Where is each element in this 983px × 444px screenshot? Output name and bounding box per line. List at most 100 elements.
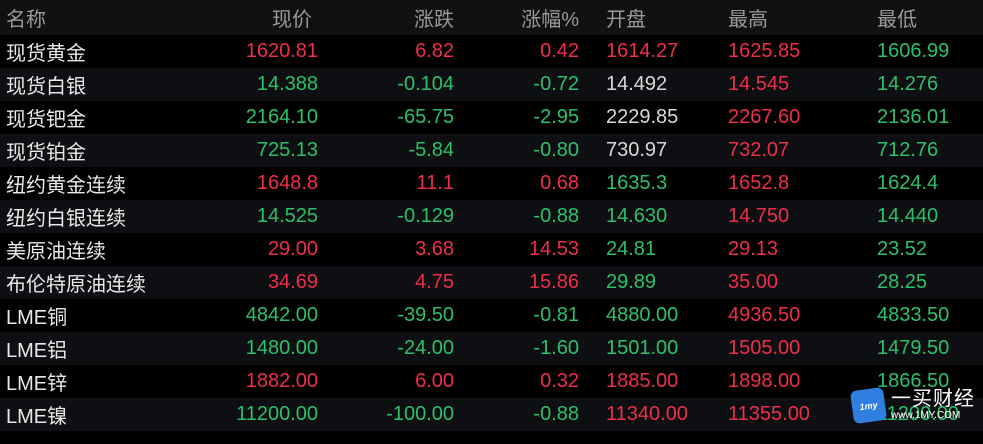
table-row[interactable]: 纽约白银连续 14.525 -0.129 -0.88 14.630 14.750 14.44… bbox=[0, 200, 983, 233]
cell-pct: -0.88 bbox=[533, 205, 579, 227]
cell-pct: -0.81 bbox=[533, 304, 579, 326]
cell-high: 1898.00 bbox=[728, 370, 801, 392]
cell-open: 14.630 bbox=[606, 205, 668, 227]
brand-logo-icon: 1my bbox=[849, 386, 888, 424]
cell-name: 美原油连续 bbox=[6, 241, 106, 263]
cell-change: 6.00 bbox=[415, 370, 454, 392]
cell-low: 28.25 bbox=[877, 271, 928, 293]
cell-name: LME镍 bbox=[6, 406, 68, 428]
cell-name: LME铝 bbox=[6, 340, 68, 362]
cell-pct: -0.80 bbox=[533, 139, 579, 161]
cell-pct: -1.60 bbox=[533, 337, 579, 359]
table-header: 名称 现价 涨跌 涨幅% 开盘 最高 最低 bbox=[0, 0, 983, 35]
cell-open: 1501.00 bbox=[606, 337, 679, 359]
table-row[interactable]: LME镍 11200.00 -100.00 -0.88 11340.00 11355.00… bbox=[0, 398, 983, 431]
cell-pct: -0.88 bbox=[533, 403, 579, 425]
cell-change: -0.104 bbox=[397, 73, 454, 95]
cell-pct: -2.95 bbox=[533, 106, 579, 128]
cell-high: 14.750 bbox=[728, 205, 790, 227]
cell-high: 4936.50 bbox=[728, 304, 801, 326]
table-body: 现货黄金 1620.81 6.82 0.42 1614.27 1625.85 1606.99… bbox=[0, 35, 983, 431]
cell-high: 1505.00 bbox=[728, 337, 801, 359]
cell-price: 1480.00 bbox=[245, 337, 318, 359]
cell-pct: 14.53 bbox=[528, 238, 579, 260]
cell-open: 730.97 bbox=[606, 139, 668, 161]
cell-open: 29.89 bbox=[606, 271, 657, 293]
table-row[interactable]: 现货铂金 725.13 -5.84 -0.80 730.97 732.07 712.76 bbox=[0, 134, 983, 167]
cell-name: LME铜 bbox=[6, 307, 68, 329]
table-row[interactable]: 布伦特原油连续 34.69 4.75 15.86 29.89 35.00 28.25 bbox=[0, 266, 983, 299]
cell-name: 布伦特原油连续 bbox=[6, 274, 146, 296]
cell-high: 1652.8 bbox=[728, 172, 790, 194]
watermark-url: www.1MY.COM bbox=[891, 410, 961, 421]
cell-price: 14.388 bbox=[256, 73, 318, 95]
cell-open: 1614.27 bbox=[606, 40, 679, 62]
table-row[interactable]: LME铜 4842.00 -39.50 -0.81 4880.00 4936.50 4833… bbox=[0, 299, 983, 332]
cell-open: 1885.00 bbox=[606, 370, 679, 392]
cell-name: 现货黄金 bbox=[6, 43, 86, 65]
cell-pct: 0.32 bbox=[540, 370, 579, 392]
table-row[interactable]: LME锌 1882.00 6.00 0.32 1885.00 1898.00 1866.50 bbox=[0, 365, 983, 398]
cell-open: 4880.00 bbox=[606, 304, 679, 326]
cell-open: 2229.85 bbox=[606, 106, 679, 128]
cell-price: 1620.81 bbox=[245, 40, 318, 62]
cell-name: 现货钯金 bbox=[6, 109, 86, 131]
cell-low: 4833.50 bbox=[877, 304, 950, 326]
col-header-low[interactable]: 最低 bbox=[867, 3, 983, 32]
cell-low: 14.440 bbox=[877, 205, 939, 227]
cell-name: LME锌 bbox=[6, 373, 68, 395]
cell-low: 2136.01 bbox=[877, 106, 950, 128]
cell-high: 11355.00 bbox=[728, 403, 810, 425]
col-header-open[interactable]: 开盘 bbox=[579, 3, 719, 32]
col-header-high[interactable]: 最高 bbox=[719, 3, 867, 32]
watermark-text: 一买财经 www.1MY.COM bbox=[891, 388, 975, 422]
cell-name: 纽约白银连续 bbox=[6, 208, 126, 230]
col-header-name[interactable]: 名称 bbox=[0, 3, 168, 32]
cell-change: -39.50 bbox=[397, 304, 454, 326]
col-header-pct[interactable]: 涨幅% bbox=[456, 3, 579, 32]
table-row[interactable]: 现货黄金 1620.81 6.82 0.42 1614.27 1625.85 1606.99 bbox=[0, 35, 983, 68]
col-header-change[interactable]: 涨跌 bbox=[328, 3, 456, 32]
watermark-title: 一买财经 bbox=[891, 388, 975, 410]
cell-change: 11.1 bbox=[416, 172, 454, 194]
cell-open: 11340.00 bbox=[606, 403, 688, 425]
cell-change: -5.84 bbox=[408, 139, 454, 161]
cell-price: 14.525 bbox=[256, 205, 318, 227]
cell-change: 4.75 bbox=[415, 271, 454, 293]
cell-price: 1648.8 bbox=[256, 172, 318, 194]
cell-low: 1606.99 bbox=[877, 40, 950, 62]
table-row[interactable]: 纽约黄金连续 1648.8 11.1 0.68 1635.3 1652.8 1624.4 bbox=[0, 167, 983, 200]
cell-open: 24.81 bbox=[606, 238, 657, 260]
table-row[interactable]: 现货钯金 2164.10 -65.75 -2.95 2229.85 2267.60 2136… bbox=[0, 101, 983, 134]
cell-high: 1625.85 bbox=[728, 40, 801, 62]
cell-price: 11200.00 bbox=[236, 403, 318, 425]
cell-price: 4842.00 bbox=[245, 304, 318, 326]
table-row[interactable]: LME铝 1480.00 -24.00 -1.60 1501.00 1505.00 1479… bbox=[0, 332, 983, 365]
cell-name: 纽约黄金连续 bbox=[6, 175, 126, 197]
cell-change: -24.00 bbox=[397, 337, 454, 359]
table-row[interactable]: 现货白银 14.388 -0.104 -0.72 14.492 14.545 14.276 bbox=[0, 68, 983, 101]
watermark: 1my 一买财经 www.1MY.COM bbox=[849, 383, 983, 427]
cell-low: 712.76 bbox=[877, 139, 939, 161]
cell-pct: 0.68 bbox=[540, 172, 579, 194]
cell-high: 29.13 bbox=[728, 238, 779, 260]
cell-price: 2164.10 bbox=[245, 106, 318, 128]
cell-pct: 15.86 bbox=[528, 271, 579, 293]
cell-high: 732.07 bbox=[728, 139, 790, 161]
cell-high: 35.00 bbox=[728, 271, 779, 293]
cell-change: -0.129 bbox=[397, 205, 454, 227]
cell-high: 2267.60 bbox=[728, 106, 801, 128]
table-row[interactable]: 美原油连续 29.00 3.68 14.53 24.81 29.13 23.52 bbox=[0, 233, 983, 266]
cell-high: 14.545 bbox=[728, 73, 790, 95]
cell-low: 1479.50 bbox=[877, 337, 950, 359]
cell-open: 14.492 bbox=[606, 73, 668, 95]
cell-price: 725.13 bbox=[256, 139, 318, 161]
cell-price: 29.00 bbox=[267, 238, 318, 260]
cell-change: -65.75 bbox=[397, 106, 454, 128]
cell-change: 6.82 bbox=[415, 40, 454, 62]
cell-price: 1882.00 bbox=[245, 370, 318, 392]
col-header-price[interactable]: 现价 bbox=[168, 3, 328, 32]
cell-pct: 0.42 bbox=[540, 40, 579, 62]
cell-low: 1624.4 bbox=[877, 172, 939, 194]
cell-change: -100.00 bbox=[386, 403, 454, 425]
